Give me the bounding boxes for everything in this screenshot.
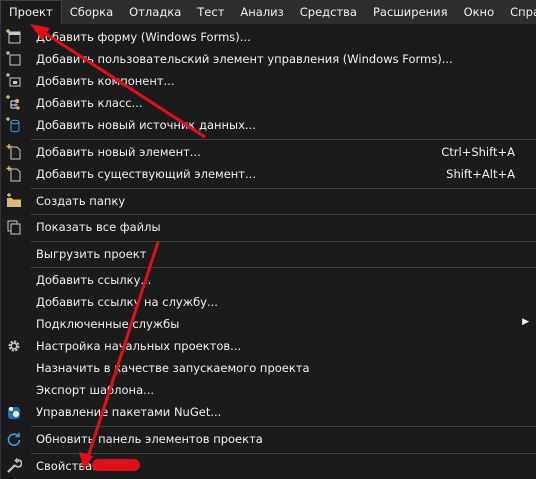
menu-item-label: Свойства: xyxy=(36,459,97,473)
add-new-item-icon xyxy=(6,144,21,160)
menu-project[interactable]: Проект xyxy=(0,0,62,25)
menu-item-new-folder[interactable]: Создать папку xyxy=(1,190,536,212)
new-folder-icon xyxy=(7,193,21,207)
menu-item-label: Назначить в качестве запускаемого проект… xyxy=(36,361,310,375)
menu-item-connected-services[interactable]: Подключенные службы ▶ xyxy=(1,313,536,335)
menu-item-label: Добавить новый источник данных... xyxy=(36,118,256,132)
gear-icon xyxy=(8,340,20,352)
menu-item-label: Экспорт шаблона... xyxy=(36,383,155,397)
add-data-source-icon xyxy=(6,117,20,133)
menu-item-label: Добавить ссылку... xyxy=(36,273,152,287)
add-class-icon xyxy=(6,95,20,110)
menu-separator xyxy=(31,453,536,454)
add-existing-item-icon xyxy=(6,166,21,182)
menu-item-label: Настройка начальных проектов... xyxy=(36,339,242,353)
menu-debug[interactable]: Отладка xyxy=(121,0,189,24)
menu-separator xyxy=(31,267,536,268)
nuget-icon xyxy=(8,407,20,419)
menu-item-add-reference[interactable]: Добавить ссылку... xyxy=(1,269,536,291)
menu-window[interactable]: Окно xyxy=(456,0,503,24)
wrench-icon xyxy=(7,458,22,473)
menu-item-export-template[interactable]: Экспорт шаблона... xyxy=(1,379,536,401)
menu-item-label: Выгрузить проект xyxy=(36,247,147,261)
menu-item-add-new-item[interactable]: Добавить новый элемент... Ctrl+Shift+A xyxy=(1,141,536,163)
menu-item-label: Добавить новый элемент... xyxy=(36,145,201,159)
show-all-files-icon xyxy=(7,220,21,235)
menu-item-add-data-source[interactable]: Добавить новый источник данных... xyxy=(1,114,536,136)
menu-item-properties[interactable]: Свойства: xyxy=(1,455,536,477)
project-dropdown-menu: Добавить форму (Windows Forms)... Добави… xyxy=(0,24,536,479)
add-user-control-icon xyxy=(6,51,21,66)
shortcut-text: Ctrl+Shift+A xyxy=(441,145,515,159)
menu-item-label: Добавить пользовательский элемент управл… xyxy=(36,52,453,66)
menu-item-label: Управление пакетами NuGet... xyxy=(36,405,222,419)
menu-item-add-class[interactable]: Добавить класс... xyxy=(1,92,536,114)
menu-bar: Проект Сборка Отладка Тест Анализ Средст… xyxy=(0,0,536,25)
add-component-icon xyxy=(6,73,21,87)
menu-item-add-existing-item[interactable]: Добавить существующий элемент... Shift+A… xyxy=(1,163,536,185)
menu-test[interactable]: Тест xyxy=(189,0,232,24)
menu-item-label: Подключенные службы xyxy=(36,317,180,331)
refresh-icon xyxy=(7,433,21,446)
menu-item-label: Добавить компонент... xyxy=(36,74,175,88)
menu-separator xyxy=(31,188,536,189)
menu-item-set-startup-project[interactable]: Назначить в качестве запускаемого проект… xyxy=(1,357,536,379)
menu-separator xyxy=(31,426,536,427)
menu-item-add-service-reference[interactable]: Добавить ссылку на службу... xyxy=(1,291,536,313)
menu-item-add-component[interactable]: Добавить компонент... xyxy=(1,70,536,92)
shortcut-text: Shift+Alt+A xyxy=(446,167,515,181)
menu-analyze[interactable]: Анализ xyxy=(232,0,291,24)
menu-extensions[interactable]: Расширения xyxy=(365,0,456,24)
menu-item-show-all-files[interactable]: Показать все файлы xyxy=(1,216,536,238)
menu-item-add-form[interactable]: Добавить форму (Windows Forms)... xyxy=(1,26,536,48)
menu-item-label: Создать папку xyxy=(36,194,126,208)
menu-separator xyxy=(31,214,536,215)
menu-item-label: Добавить форму (Windows Forms)... xyxy=(36,30,251,44)
menu-help[interactable]: Спра xyxy=(502,0,536,24)
menu-item-label: Обновить панель элементов проекта xyxy=(36,432,263,446)
menu-item-label: Добавить существующий элемент... xyxy=(36,167,256,181)
menu-item-label: Добавить класс... xyxy=(36,96,143,110)
menu-separator xyxy=(31,139,536,140)
menu-separator xyxy=(31,241,536,242)
menu-tools[interactable]: Средства xyxy=(292,0,365,24)
menu-item-label: Добавить ссылку на службу... xyxy=(36,295,218,309)
add-form-icon xyxy=(6,29,21,44)
submenu-arrow-icon: ▶ xyxy=(522,317,529,327)
menu-item-startup-projects[interactable]: Настройка начальных проектов... xyxy=(1,335,536,357)
menu-item-label: Показать все файлы xyxy=(36,220,161,234)
menu-item-manage-nuget[interactable]: Управление пакетами NuGet... xyxy=(1,401,536,423)
menu-item-add-user-control[interactable]: Добавить пользовательский элемент управл… xyxy=(1,48,536,70)
menu-item-unload-project[interactable]: Выгрузить проект xyxy=(1,243,536,265)
redaction-scribble xyxy=(92,459,140,471)
menu-item-refresh-toolbox[interactable]: Обновить панель элементов проекта xyxy=(1,428,536,450)
menu-build[interactable]: Сборка xyxy=(62,0,121,24)
